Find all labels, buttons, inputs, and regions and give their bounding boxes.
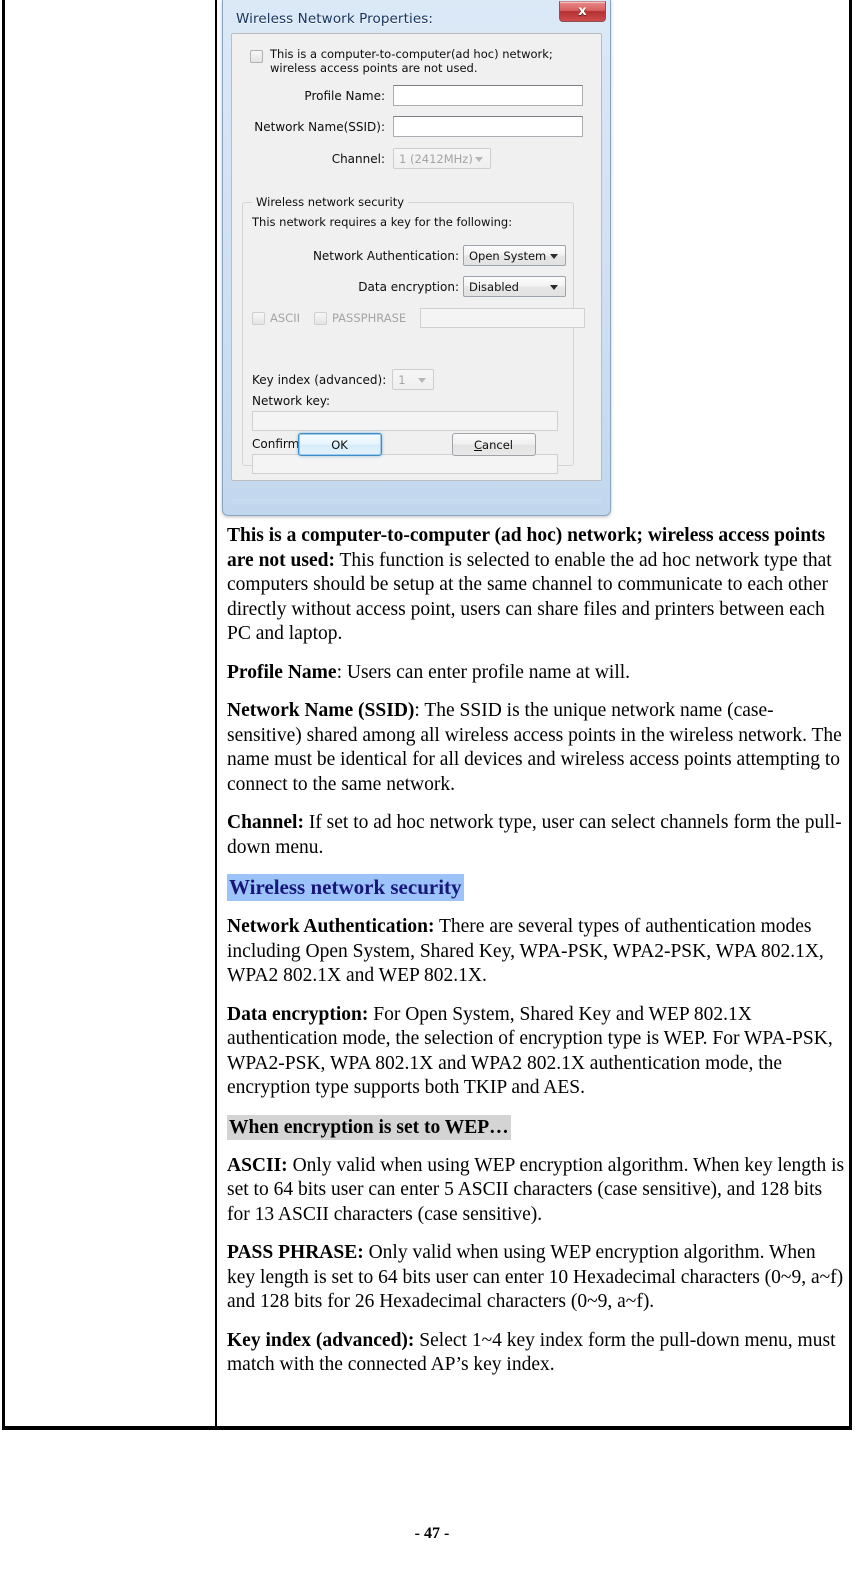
paragraph-ssid: Network Name (SSID): The SSID is the uni…	[216, 699, 850, 797]
channel-label: Channel:	[331, 151, 385, 166]
page-number: - 47 -	[414, 1525, 450, 1542]
chevron-down-icon	[418, 377, 427, 383]
paragraph-passphrase-lead: PASS PHRASE:	[227, 1242, 364, 1263]
page-footer: - 47 -	[0, 1525, 864, 1543]
paragraph-network-authentication: Network Authentication: There are severa…	[216, 915, 850, 989]
data-encryption-value: Disabled	[469, 279, 519, 294]
wireless-network-security-group: Wireless network security This network r…	[242, 195, 586, 474]
passphrase-input[interactable]	[420, 308, 586, 328]
paragraph-profile-name-text: : Users can enter profile name at will.	[336, 661, 631, 683]
adhoc-checkbox[interactable]	[250, 50, 263, 63]
passphrase-checkbox-label: PASSPHRASE	[331, 311, 407, 325]
network-key-label: Network key:	[252, 394, 331, 408]
adhoc-checkbox-label: This is a computer-to-computer(ad hoc) n…	[270, 47, 553, 75]
heading-when-encryption-wep-wrap: When encryption is set to WEP…	[216, 1114, 850, 1140]
close-icon[interactable]: x	[559, 1, 606, 22]
data-encryption-dropdown[interactable]: Disabled	[463, 276, 566, 297]
ascii-checkbox-label: ASCII	[270, 311, 300, 325]
dialog-footer-strip	[231, 499, 602, 509]
heading-when-encryption-wep: When encryption is set to WEP…	[227, 1114, 511, 1140]
paragraph-ascii-text: Only valid when using WEP encryption alg…	[227, 1154, 845, 1225]
cancel-button[interactable]: Cancel	[451, 433, 536, 456]
channel-dropdown-value: 1 (2412MHz)	[399, 151, 473, 166]
security-group-note: This network requires a key for the foll…	[252, 215, 513, 229]
data-encryption-row: Data encryption: Disabled	[252, 276, 566, 297]
network-authentication-value: Open System	[469, 248, 547, 263]
close-icon-glyph: x	[578, 4, 587, 19]
heading-wireless-network-security-wrap: Wireless network security	[216, 874, 850, 901]
paragraph-adhoc: This is a computer-to-computer (ad hoc) …	[216, 524, 850, 647]
ascii-checkbox[interactable]	[252, 311, 265, 325]
ascii-checkbox-wrap[interactable]: ASCII	[252, 311, 300, 325]
paragraph-key-index: Key index (advanced): Select 1~4 key ind…	[216, 1329, 850, 1378]
ssid-row: Network Name(SSID):	[250, 116, 590, 137]
dialog-button-row: OK Cancel	[232, 433, 601, 456]
paragraph-ascii: ASCII: Only valid when using WEP encrypt…	[216, 1154, 850, 1228]
paragraph-network-authentication-lead: Network Authentication:	[227, 916, 435, 937]
channel-row: Channel: 1 (2412MHz)	[250, 148, 590, 169]
wireless-network-properties-dialog: Wireless Network Properties: x This is a…	[222, 0, 611, 516]
chevron-down-icon	[475, 156, 483, 162]
key-format-row: ASCII PASSPHRASE	[252, 308, 586, 328]
cancel-button-label-accelerator: C	[474, 437, 483, 452]
paragraph-channel-text: If set to ad hoc network type, user can …	[227, 812, 842, 858]
paragraph-ascii-lead: ASCII:	[227, 1154, 288, 1176]
chevron-down-icon	[550, 284, 558, 290]
passphrase-checkbox-wrap[interactable]: PASSPHRASE	[313, 311, 407, 325]
dialog-titlebar: Wireless Network Properties: x	[228, 1, 606, 33]
dialog-frame: Wireless Network Properties: x This is a…	[228, 1, 606, 510]
adhoc-checkbox-row[interactable]: This is a computer-to-computer(ad hoc) n…	[250, 47, 590, 75]
network-authentication-row: Network Authentication: Open System	[252, 245, 566, 266]
heading-wireless-network-security: Wireless network security	[227, 874, 464, 901]
ssid-input[interactable]	[393, 116, 583, 137]
key-index-label: Key index (advanced):	[252, 372, 387, 387]
confirm-network-key-input[interactable]	[252, 454, 558, 474]
paragraph-profile-name: Profile Name: Users can enter profile na…	[216, 661, 850, 686]
paragraph-data-encryption-lead: Data encryption:	[227, 1003, 369, 1025]
dialog-body: This is a computer-to-computer(ad hoc) n…	[231, 33, 602, 481]
key-index-value: 1	[398, 372, 406, 387]
data-encryption-label: Data encryption:	[358, 279, 459, 294]
network-authentication-label: Network Authentication:	[312, 248, 459, 263]
network-key-input[interactable]	[252, 411, 558, 431]
key-index-row: Key index (advanced): 1	[252, 369, 435, 390]
network-authentication-dropdown[interactable]: Open System	[463, 245, 566, 266]
dialog-title: Wireless Network Properties:	[236, 11, 434, 27]
security-group-title: Wireless network security	[252, 195, 409, 209]
profile-name-input[interactable]	[393, 85, 583, 106]
paragraph-ssid-lead: Network Name (SSID)	[227, 700, 415, 721]
profile-name-row: Profile Name:	[250, 85, 590, 106]
paragraph-channel: Channel: If set to ad hoc network type, …	[216, 811, 850, 860]
chevron-down-icon	[550, 253, 558, 259]
ssid-label: Network Name(SSID):	[254, 119, 385, 134]
paragraph-key-index-lead: Key index (advanced):	[227, 1329, 415, 1351]
document-body-text: This is a computer-to-computer (ad hoc) …	[216, 524, 850, 1392]
paragraph-profile-name-lead: Profile Name	[227, 661, 337, 683]
ok-button[interactable]: OK	[297, 433, 382, 456]
paragraph-channel-lead: Channel:	[227, 812, 304, 833]
left-gutter-cell	[5, 0, 215, 1430]
cancel-button-label: ancel	[482, 437, 513, 452]
profile-name-label: Profile Name:	[304, 88, 385, 103]
paragraph-passphrase: PASS PHRASE: Only valid when using WEP e…	[216, 1241, 850, 1315]
paragraph-data-encryption: Data encryption: For Open System, Shared…	[216, 1003, 850, 1101]
ok-button-label: OK	[331, 437, 348, 452]
channel-dropdown[interactable]: 1 (2412MHz)	[393, 148, 491, 169]
passphrase-checkbox[interactable]	[313, 311, 327, 325]
key-index-dropdown[interactable]: 1	[392, 369, 435, 390]
